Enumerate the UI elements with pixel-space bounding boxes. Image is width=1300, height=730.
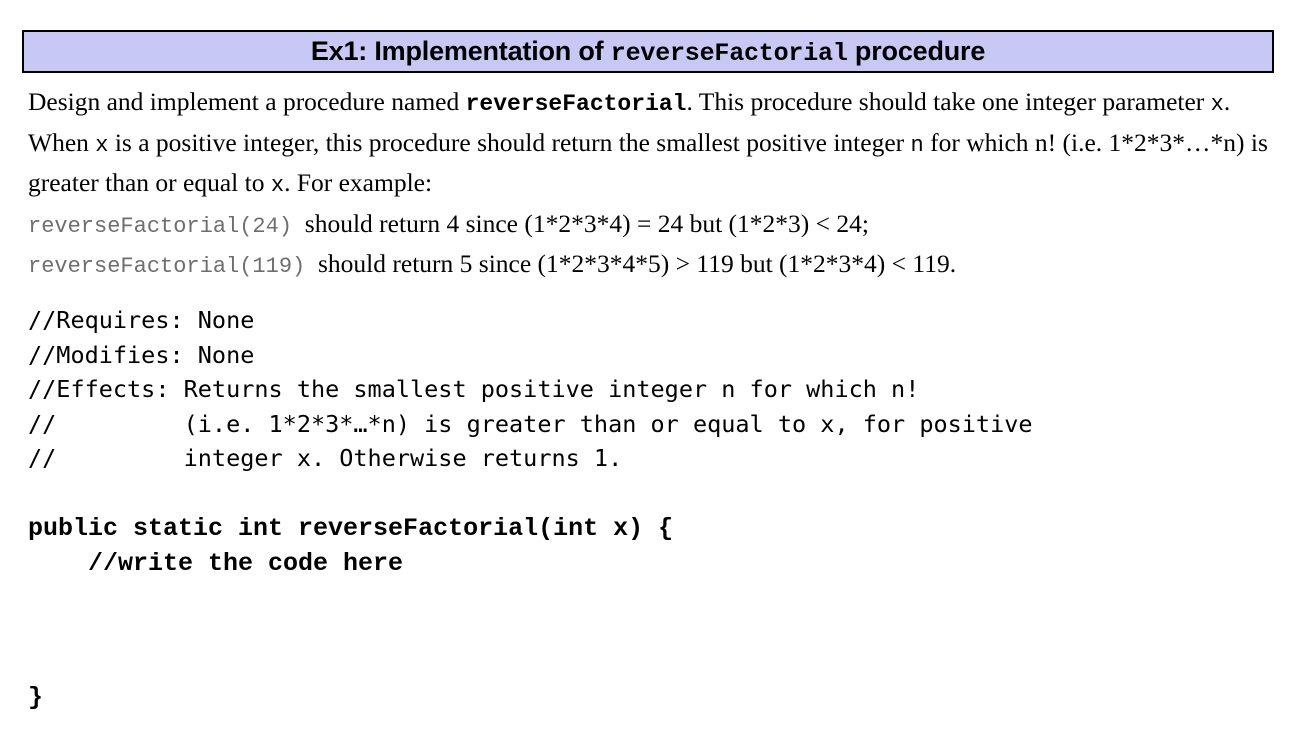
prose-var-x-2: x: [95, 132, 109, 158]
example-1-text-spacer: [292, 209, 305, 238]
page-title-suffix: procedure: [847, 35, 986, 66]
slide-canvas: Ex1: Implementation of reverseFactorial …: [0, 0, 1300, 730]
slide-title-banner: Ex1: Implementation of reverseFactorial …: [22, 30, 1274, 73]
prose-var-x-1: x: [1210, 92, 1224, 117]
example-1-text: should return 4 since (1*2*3*4) = 24 but…: [304, 208, 869, 238]
example-line-1: reverseFactorial(24) should return 4 sin…: [28, 205, 1273, 246]
prose-var-x-3: x: [270, 173, 285, 198]
page-title: Ex1: Implementation of reverseFactorial …: [310, 35, 986, 68]
prose-segment-6: . For example:: [284, 168, 433, 197]
example-2-text-spacer: [305, 249, 318, 278]
method-closing-brace: }: [28, 683, 44, 712]
example-line-2: reverseFactorial(119) should return 5 si…: [28, 245, 1273, 286]
page-title-prefix: Ex1: Implementation of: [310, 35, 611, 66]
prose-segment-4: is a positive integer, this procedure sh…: [108, 127, 911, 157]
example-1-call: reverseFactorial(24): [28, 213, 293, 239]
specification-comment-block: //Requires: None //Modifies: None //Effe…: [28, 306, 1033, 472]
prose-segment-1: Design and implement a procedure named: [28, 87, 466, 116]
prose-var-n: n: [910, 132, 924, 158]
prose-procedure-name: reverseFactorial: [465, 91, 687, 117]
prose-segment-2: . This procedure should take one integer…: [686, 87, 1211, 116]
method-signature-code: public static int reverseFactorial(int x…: [28, 514, 674, 578]
problem-description: Design and implement a procedure named r…: [28, 83, 1273, 286]
example-2-text: should return 5 since (1*2*3*4*5) > 119 …: [318, 249, 957, 278]
example-2-call: reverseFactorial(119): [28, 254, 306, 279]
page-title-procedure-name: reverseFactorial: [610, 38, 848, 68]
